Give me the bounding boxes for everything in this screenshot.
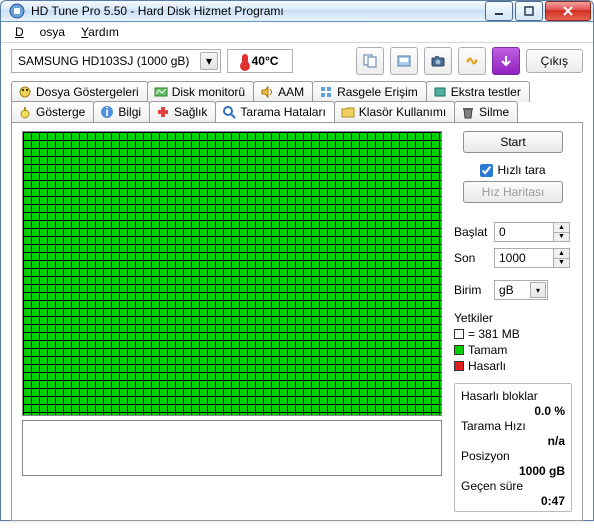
tabs-row-bottom: Gösterge iBilgi Sağlık Tarama Hataları K… bbox=[11, 101, 583, 122]
end-field-row: Son 1000 ▲▼ bbox=[454, 248, 572, 268]
unit-field-row: Birim gB▾ bbox=[454, 280, 572, 300]
position-value: 1000 gB bbox=[519, 464, 565, 478]
drive-selected-text: SAMSUNG HD103SJ (1000 gB) bbox=[18, 54, 189, 68]
message-box bbox=[22, 420, 442, 476]
save-button[interactable] bbox=[492, 47, 520, 75]
scan-area bbox=[22, 131, 442, 512]
quick-scan-checkbox[interactable]: Hızlı tara bbox=[454, 163, 572, 177]
chevron-down-icon: ▾ bbox=[530, 282, 546, 298]
options-button[interactable] bbox=[458, 47, 486, 75]
tab-error-scan[interactable]: Tarama Hataları bbox=[215, 101, 334, 122]
screenshot-button[interactable] bbox=[424, 47, 452, 75]
titlebar[interactable]: HD Tune Pro 5.50 - Hard Disk Hizmet Prog… bbox=[1, 1, 593, 22]
legend: Yetkiler = 381 MB Tamam Hasarlı bbox=[454, 309, 572, 375]
tab-benchmark[interactable]: Gösterge bbox=[11, 101, 94, 122]
tab-health[interactable]: Sağlık bbox=[149, 101, 216, 122]
tab-erase[interactable]: Silme bbox=[454, 101, 518, 122]
temperature-value: 40°C bbox=[252, 54, 279, 68]
copy-screenshot-button[interactable] bbox=[390, 47, 418, 75]
start-label: Başlat bbox=[454, 225, 494, 239]
tab-content-error-scan: Start Hızlı tara Hız Haritası Başlat 0 ▲… bbox=[11, 122, 583, 521]
tab-folder-usage[interactable]: Klasör Kullanımı bbox=[334, 101, 455, 122]
top-toolbar: SAMSUNG HD103SJ (1000 gB) ▾ 40°C Çıkış bbox=[1, 43, 593, 79]
menu-file[interactable]: Dosya bbox=[7, 22, 73, 42]
menu-help[interactable]: Yardım bbox=[73, 22, 127, 42]
speed-value: n/a bbox=[548, 434, 565, 448]
tab-container: Dosya Göstergeleri Disk monitorü AAM Ras… bbox=[1, 79, 593, 531]
window-title: HD Tune Pro 5.50 - Hard Disk Hizmet Prog… bbox=[31, 4, 483, 18]
side-panel: Start Hızlı tara Hız Haritası Başlat 0 ▲… bbox=[442, 131, 572, 512]
tabs-row-top: Dosya Göstergeleri Disk monitorü AAM Ras… bbox=[11, 81, 583, 102]
end-label: Son bbox=[454, 251, 494, 265]
exit-button[interactable]: Çıkış bbox=[526, 49, 583, 73]
svg-text:i: i bbox=[106, 105, 109, 119]
unit-label: Birim bbox=[454, 283, 494, 297]
start-input[interactable]: 0 bbox=[494, 222, 554, 242]
stats-box: Hasarlı bloklar 0.0 % Tarama Hızı n/a Po… bbox=[454, 383, 572, 512]
scan-grid bbox=[22, 131, 442, 416]
legend-title: Yetkiler bbox=[454, 311, 572, 325]
unit-select[interactable]: gB▾ bbox=[494, 280, 548, 300]
start-button[interactable]: Start bbox=[463, 131, 563, 153]
dropdown-arrow-icon: ▾ bbox=[200, 52, 218, 70]
quick-scan-input[interactable] bbox=[480, 164, 493, 177]
legend-swatch-ok bbox=[454, 345, 464, 355]
close-button[interactable] bbox=[545, 1, 591, 21]
legend-swatch-bad bbox=[454, 361, 464, 371]
tab-random-access[interactable]: Rasgele Erişim bbox=[312, 81, 427, 102]
copy-info-button[interactable] bbox=[356, 47, 384, 75]
speedmap-button: Hız Haritası bbox=[463, 181, 563, 203]
drive-select[interactable]: SAMSUNG HD103SJ (1000 gB) ▾ bbox=[11, 49, 221, 73]
temperature-display: 40°C bbox=[227, 49, 293, 73]
legend-swatch-block bbox=[454, 329, 464, 339]
minimize-button[interactable] bbox=[485, 1, 513, 21]
tab-aam[interactable]: AAM bbox=[253, 81, 313, 102]
tab-disk-monitor[interactable]: Disk monitorü bbox=[147, 81, 254, 102]
maximize-button[interactable] bbox=[515, 1, 543, 21]
start-spinner[interactable]: ▲▼ bbox=[554, 222, 570, 242]
thermometer-icon bbox=[242, 54, 248, 68]
tab-info[interactable]: iBilgi bbox=[93, 101, 150, 122]
elapsed-value: 0:47 bbox=[541, 494, 565, 508]
app-icon bbox=[9, 3, 25, 19]
damaged-value: 0.0 % bbox=[534, 404, 565, 418]
start-field-row: Başlat 0 ▲▼ bbox=[454, 222, 572, 242]
menubar: Dosya Yardım bbox=[1, 22, 593, 43]
tab-file-benchmark[interactable]: Dosya Göstergeleri bbox=[11, 81, 148, 102]
tab-extra-tests[interactable]: Ekstra testler bbox=[426, 81, 530, 102]
app-window: HD Tune Pro 5.50 - Hard Disk Hizmet Prog… bbox=[0, 0, 594, 521]
end-input[interactable]: 1000 bbox=[494, 248, 554, 268]
end-spinner[interactable]: ▲▼ bbox=[554, 248, 570, 268]
